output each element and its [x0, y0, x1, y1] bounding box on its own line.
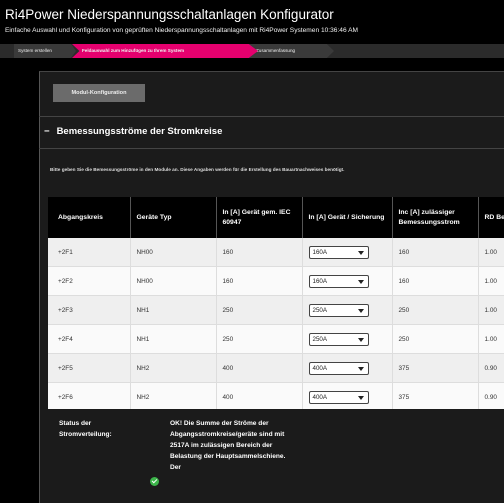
- cell-in-select: 400A: [302, 353, 393, 383]
- table-row: +2F2 NH00 160 160A 160 1.00: [48, 266, 504, 296]
- cell-rdf: 0.90: [478, 353, 504, 383]
- cell-in-select: 250A: [302, 324, 393, 354]
- wizard-step-field-selection[interactable]: Feldauswahl zum Hinzufügen zu Ihrem Syst…: [72, 44, 258, 58]
- cell-in-iec: 400: [216, 353, 303, 383]
- status-message: OK! Die Summe der Ströme der Abgangsstro…: [170, 420, 286, 471]
- table-row: +2F3 NH1 250 250A 250 1.00: [48, 295, 504, 325]
- rated-currents-table-container[interactable]: Abgangskreis Geräte Typ In [A] Gerät gem…: [48, 197, 504, 409]
- cell-inc: 160: [392, 238, 479, 267]
- cell-device-type: NH1: [130, 324, 217, 354]
- cell-circuit: +2F6: [48, 382, 131, 409]
- column-header-in-iec: In [A] Gerät gem. IEC 60947: [216, 197, 303, 238]
- table-header-row: Abgangskreis Geräte Typ In [A] Gerät gem…: [48, 197, 504, 238]
- section-header[interactable]: − Bemessungsströme der Stromkreise: [44, 126, 222, 137]
- rated-currents-table: Abgangskreis Geräte Typ In [A] Gerät gem…: [48, 197, 504, 409]
- cell-in-iec: 160: [216, 238, 303, 267]
- cell-inc: 375: [392, 382, 479, 409]
- collapse-icon[interactable]: −: [44, 126, 50, 137]
- column-header-circuit: Abgangskreis: [48, 197, 131, 238]
- rated-current-select[interactable]: 400A: [308, 390, 369, 404]
- dropdown-arrow-icon: [357, 279, 364, 284]
- table-row: +2F5 NH2 400 400A 375 0.90: [48, 353, 504, 383]
- app-subtitle: Einfache Auswahl und Konfiguration von g…: [5, 27, 358, 34]
- instruction-text: Bitte geben Sie die Bemessungsströme in …: [50, 167, 345, 172]
- cell-circuit: +2F5: [48, 353, 131, 383]
- dropdown-arrow-icon: [357, 250, 364, 255]
- rated-current-select[interactable]: 400A: [308, 361, 369, 375]
- section-title: Bemessungsströme der Stromkreise: [56, 126, 223, 137]
- table-row: +2F1 NH00 160 160A 160 1.00: [48, 238, 504, 267]
- column-header-rdf: RD Be: [478, 197, 504, 238]
- cell-inc: 160: [392, 266, 479, 296]
- table-row: +2F4 NH1 250 250A 250 1.00: [48, 324, 504, 354]
- cell-in-select: 250A: [302, 295, 393, 325]
- select-value: 250A: [312, 306, 327, 314]
- app-title: Ri4Power Niederspannungsschaltanlagen Ko…: [5, 7, 334, 22]
- select-value: 160A: [312, 248, 327, 256]
- cell-inc: 375: [392, 353, 479, 383]
- cell-in-iec: 160: [216, 266, 303, 296]
- cell-inc: 250: [392, 295, 479, 325]
- select-value: 160A: [312, 277, 327, 285]
- column-header-inc: Inc [A] zulässiger Bemessungsstrom: [392, 197, 479, 238]
- cell-in-iec: 250: [216, 324, 303, 354]
- cell-device-type: NH00: [130, 238, 217, 267]
- module-configuration-button[interactable]: Modul-Konfiguration: [53, 84, 145, 102]
- table-row: +2F6 NH2 400 400A 375 0.90: [48, 382, 504, 409]
- cell-circuit: +2F4: [48, 324, 131, 354]
- section-divider: [39, 148, 504, 149]
- cell-circuit: +2F2: [48, 266, 131, 296]
- select-value: 400A: [312, 364, 327, 372]
- check-circle-icon: [150, 477, 159, 486]
- rated-current-select[interactable]: 250A: [308, 303, 369, 317]
- wizard-steps: System erstellen Zusammenfassung Feldaus…: [0, 44, 504, 58]
- status-label: Status der Stromverteilung:: [59, 420, 112, 438]
- cell-circuit: +2F1: [48, 238, 131, 267]
- cell-in-select: 160A: [302, 238, 393, 267]
- cell-device-type: NH00: [130, 266, 217, 296]
- rated-current-select[interactable]: 160A: [308, 274, 369, 288]
- cell-rdf: 1.00: [478, 295, 504, 325]
- cell-rdf: 1.00: [478, 238, 504, 267]
- cell-device-type: NH1: [130, 295, 217, 325]
- dropdown-arrow-icon: [357, 308, 364, 313]
- column-header-in-device: In [A] Gerät / Sicherung: [302, 197, 393, 238]
- select-value: 250A: [312, 335, 327, 343]
- cell-rdf: 0.90: [478, 382, 504, 409]
- cell-device-type: NH2: [130, 382, 217, 409]
- wizard-step-system[interactable]: System erstellen: [14, 44, 76, 58]
- dropdown-arrow-icon: [357, 395, 364, 400]
- select-value: 400A: [312, 393, 327, 401]
- dropdown-arrow-icon: [357, 366, 364, 371]
- rated-current-select[interactable]: 250A: [308, 332, 369, 346]
- cell-in-iec: 250: [216, 295, 303, 325]
- dropdown-arrow-icon: [357, 337, 364, 342]
- column-header-device-type: Geräte Typ: [130, 197, 217, 238]
- rated-current-select[interactable]: 160A: [308, 245, 369, 259]
- cell-device-type: NH2: [130, 353, 217, 383]
- cell-in-select: 160A: [302, 266, 393, 296]
- cell-circuit: +2F3: [48, 295, 131, 325]
- cell-rdf: 1.00: [478, 266, 504, 296]
- cell-in-select: 400A: [302, 382, 393, 409]
- section-divider: [39, 116, 504, 117]
- cell-in-iec: 400: [216, 382, 303, 409]
- cell-rdf: 1.00: [478, 324, 504, 354]
- cell-inc: 250: [392, 324, 479, 354]
